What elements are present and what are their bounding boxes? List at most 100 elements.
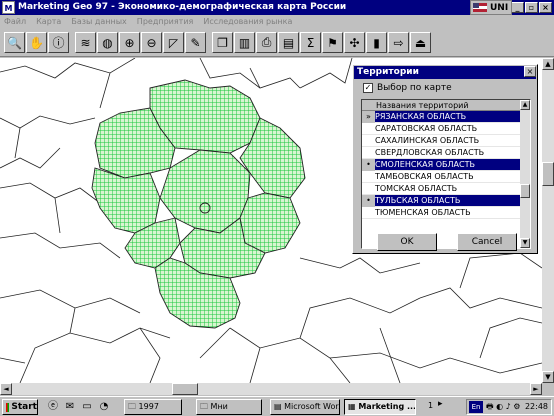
territory-name: САРАТОВСКАЯ ОБЛАСТЬ — [375, 124, 478, 133]
copy-icon: ❐ — [217, 35, 228, 50]
cancel-button[interactable]: Cancel — [457, 233, 517, 251]
territory-name: РЯЗАНСКАЯ ОБЛАСТЬ — [375, 112, 467, 121]
start-button[interactable]: Start — [2, 399, 38, 415]
flag-tool-button[interactable]: ⚑ — [322, 32, 343, 53]
scroll-up-button[interactable]: ▲ — [542, 58, 554, 70]
app-logo-icon[interactable]: M — [2, 1, 15, 14]
list-scroll-up-button[interactable]: ▲ — [520, 100, 530, 110]
page-indicator[interactable]: 1 — [428, 401, 433, 410]
language-indicator[interactable]: UNI — [470, 0, 512, 15]
territory-name: ТУЛЬСКАЯ ОБЛАСТЬ — [375, 196, 461, 205]
territory-list[interactable]: Названия территорий » РЯЗАНСКАЯ ОБЛАСТЬ СА… — [361, 99, 531, 249]
taskbar: Start ⓔ ✉ ▭ ◔ 🗀 1997 🗀 Мни ▤ Microsoft W… — [0, 396, 554, 416]
edit-tool-button[interactable]: ✎ — [185, 32, 206, 53]
menu-bar: Файл Карта Базы данных Предприятия Иссле… — [0, 15, 554, 29]
globe-tool-button[interactable]: ◍ — [97, 32, 118, 53]
folder-icon: 🗀 — [200, 402, 211, 411]
bars-icon: ▮ — [373, 35, 380, 50]
territory-row[interactable]: ТАМБОВСКАЯ ОБЛАСТЬ — [362, 171, 530, 183]
copy-tool-button[interactable]: ❐ — [212, 32, 233, 53]
menu-databases[interactable]: Базы данных — [71, 15, 126, 29]
zoom-out-icon: ⊖ — [146, 35, 157, 50]
globe-icon: ◍ — [102, 35, 113, 50]
internet-explorer-icon[interactable]: ⓔ — [46, 400, 60, 414]
list-rows: » РЯЗАНСКАЯ ОБЛАСТЬ САРАТОВСКАЯ ОБЛАСТЬ САХ… — [362, 110, 530, 219]
channels-icon[interactable]: ◔ — [97, 400, 111, 414]
territory-west — [91, 167, 161, 234]
minimize-button[interactable]: _ — [511, 2, 524, 13]
layers-icon: ≋ — [80, 35, 91, 50]
hand-pan-tool-button[interactable]: ✋ — [26, 32, 47, 53]
territory-row[interactable]: СВЕРДЛОВСКАЯ ОБЛАСТЬ — [362, 147, 530, 159]
data-tool-button[interactable]: ▤ — [278, 32, 299, 53]
print-icon: ⎙ — [261, 35, 272, 49]
list-scroll-down-button[interactable]: ▼ — [520, 238, 530, 248]
search-tool-button[interactable]: 🔍 — [4, 32, 25, 53]
toolbar: 🔍 ✋ ⓘ ≋ ◍ ⊕ ⊖ ◸ ✎ ❐ ▥ ⎙ ▤ Σ ⚑ ✣ ▮ ⇨ ⏏ — [0, 29, 554, 57]
restore-button[interactable]: ▫ — [525, 2, 538, 13]
print-tool-button[interactable]: ⎙ — [256, 32, 277, 53]
territory-row[interactable]: САРАТОВСКАЯ ОБЛАСТЬ — [362, 123, 530, 135]
layers-tool-button[interactable]: ≋ — [75, 32, 96, 53]
territory-row[interactable]: ТОМСКАЯ ОБЛАСТЬ — [362, 183, 530, 195]
bars-tool-button[interactable]: ▮ — [366, 32, 387, 53]
zoom-in-icon: ⊕ — [124, 35, 135, 50]
scroll-down-button[interactable]: ▼ — [542, 371, 554, 383]
territory-name: САХАЛИНСКАЯ ОБЛАСТЬ — [375, 136, 480, 145]
export-tool-button[interactable]: ⇨ — [388, 32, 409, 53]
zoom-in-tool-button[interactable]: ⊕ — [119, 32, 140, 53]
horizontal-scroll-thumb[interactable] — [172, 383, 198, 395]
menu-enterprises[interactable]: Предприятия — [137, 15, 194, 29]
task-marketing-geo[interactable]: ▦ Marketing ... — [344, 399, 416, 415]
start-label: Start — [11, 402, 37, 412]
select-tool-button[interactable]: ◸ — [163, 32, 184, 53]
network-tool-button[interactable]: ✣ — [344, 32, 365, 53]
menu-file[interactable]: Файл — [4, 15, 26, 29]
zoom-out-tool-button[interactable]: ⊖ — [141, 32, 162, 53]
data-icon: ▤ — [282, 35, 295, 50]
territory-row[interactable]: • ТУЛЬСКАЯ ОБЛАСТЬ — [362, 194, 530, 207]
horizontal-scrollbar[interactable]: ◄ ► — [0, 383, 542, 395]
chart-tool-button[interactable]: ▥ — [234, 32, 255, 53]
territory-row[interactable]: » РЯЗАНСКАЯ ОБЛАСТЬ — [362, 110, 530, 123]
info-tool-button[interactable]: ⓘ — [48, 32, 69, 53]
territory-row[interactable]: • СМОЛЕНСКАЯ ОБЛАСТЬ — [362, 158, 530, 171]
system-tray: En 🖶 ◐ ♪ ⚙ 22:48 — [466, 399, 552, 415]
territory-row[interactable]: САХАЛИНСКАЯ ОБЛАСТЬ — [362, 135, 530, 147]
list-header[interactable]: Названия территорий — [362, 100, 530, 111]
vertical-scroll-thumb[interactable] — [542, 162, 554, 186]
ok-button[interactable]: OK — [377, 233, 437, 251]
vertical-scrollbar[interactable]: ▲ ▼ — [542, 58, 554, 383]
task-word[interactable]: ▤ Microsoft Wor... — [270, 399, 340, 415]
territory-row[interactable]: ТЮМЕНСКАЯ ОБЛАСТЬ — [362, 207, 530, 219]
selected-territories[interactable] — [91, 79, 306, 329]
checkbox-label: Выбор по карте — [377, 83, 452, 93]
windows-logo-icon — [6, 402, 10, 412]
dialog-close-button[interactable]: × — [524, 66, 536, 77]
close-button[interactable]: × — [539, 2, 552, 13]
menu-map[interactable]: Карта — [36, 15, 61, 29]
outlook-icon[interactable]: ✉ — [63, 400, 77, 414]
sigma-tool-button[interactable]: Σ — [300, 32, 321, 53]
list-scrollbar[interactable]: ▲ ▼ — [520, 100, 530, 248]
keyboard-language[interactable]: En — [469, 401, 483, 413]
tray-icons[interactable]: 🖶 ◐ ♪ ⚙ — [486, 400, 520, 414]
exit-icon: ⏏ — [414, 35, 427, 50]
scroll-left-button[interactable]: ◄ — [0, 383, 12, 395]
territory-name: СМОЛЕНСКАЯ ОБЛАСТЬ — [375, 160, 475, 169]
checkbox-mark-icon[interactable]: ✓ — [363, 83, 373, 93]
desktop-icon[interactable]: ▭ — [80, 400, 94, 414]
menu-market-research[interactable]: Исследования рынка — [203, 15, 292, 29]
task-folder-mni[interactable]: 🗀 Мни — [196, 399, 262, 415]
task-folder-1997[interactable]: 🗀 1997 — [124, 399, 182, 415]
territory-name: СВЕРДЛОВСКАЯ ОБЛАСТЬ — [375, 148, 485, 157]
row-marker-icon: • — [362, 158, 375, 171]
exit-tool-button[interactable]: ⏏ — [410, 32, 431, 53]
list-scroll-thumb[interactable] — [520, 184, 530, 198]
select-by-map-checkbox[interactable]: ✓ Выбор по карте — [363, 83, 452, 93]
arrow-icon[interactable]: ▸ — [438, 399, 443, 409]
dialog-title: Территории — [354, 66, 536, 79]
word-icon: ▤ — [274, 402, 285, 411]
chart-icon: ▥ — [238, 35, 251, 50]
scroll-right-button[interactable]: ► — [530, 383, 542, 395]
